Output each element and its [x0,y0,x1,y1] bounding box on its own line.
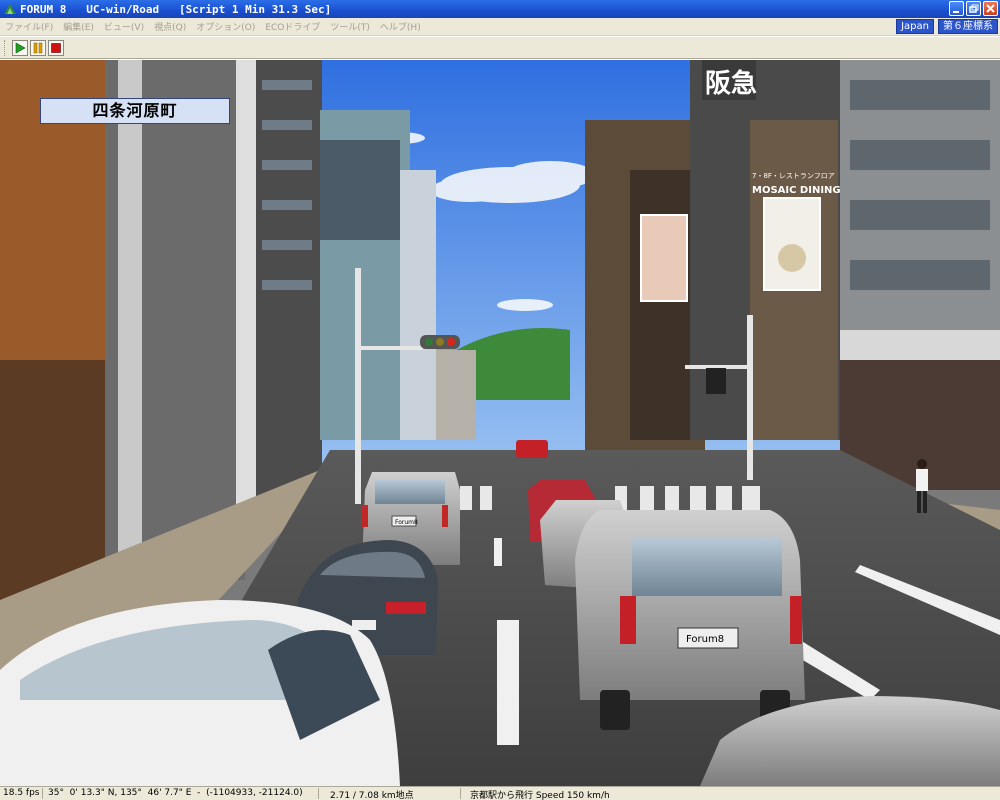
city-scene[interactable]: 阪急 7・8F・レストランフロア MOSAIC DINING Forum8 Fo… [0,60,1000,786]
status-separator [460,788,461,799]
license-plate-van: Forum8 [686,634,724,645]
menu-tools[interactable]: ツール(T) [325,20,375,33]
status-separator [42,788,43,799]
car-distant-red [516,440,548,458]
app-logo-icon [4,4,16,14]
signal-light-red [447,338,455,346]
title-bar: FORUM 8 UC-win/Road [Script 1 Min 31.3 S… [0,0,1000,18]
pedestrian-signal [706,368,726,394]
stop-button[interactable] [48,39,64,56]
menu-options[interactable]: オプション(O) [191,20,260,33]
dining-sign-small: 7・8F・レストランフロア [752,172,835,180]
minimize-icon [953,11,959,13]
signal-arm-left [361,346,423,350]
toolbar-grip[interactable] [4,39,7,56]
play-button[interactable] [12,39,28,56]
close-icon [986,4,995,13]
hankyu-sign: 阪急 [705,69,757,99]
menu-edit[interactable]: 編集(E) [58,20,99,33]
pause-icon [33,42,43,53]
minimize-button[interactable] [949,1,964,16]
status-separator [318,788,319,799]
coordinate-readout: 35° 0' 13.3" N, 135° 46' 7.7" E - (-1104… [48,788,303,798]
fps-readout: 18.5 fps [3,788,40,798]
signal-light-green [425,338,433,346]
3d-viewport[interactable]: 阪急 7・8F・レストランフロア MOSAIC DINING Forum8 Fo… [0,60,1000,786]
region-selector[interactable]: Japan [896,19,934,34]
toolbar [0,37,1000,59]
restore-button[interactable] [966,1,981,16]
menu-eco-drive[interactable]: ECOドライブ [260,20,325,33]
signal-pole-right [747,315,753,480]
distance-readout: 2.71 / 7.08 km地点 [330,791,414,800]
location-label: 四条河原町 [40,98,230,124]
play-icon [15,41,26,54]
pause-button[interactable] [30,39,46,56]
status-bar: 18.5 fps 35° 0' 13.3" N, 135° 46' 7.7" E… [0,786,1000,800]
signal-pole-left [355,268,361,504]
building-left-blue-glass [320,140,400,240]
billboard-food-plate [778,244,806,272]
menu-help[interactable]: ヘルプ(H) [375,20,426,33]
building-left-pillar-2 [236,60,256,530]
menu-view[interactable]: ビュー(V) [99,20,149,33]
restore-icon [969,4,979,13]
building-right-awning [840,330,1000,360]
building-left-white [400,170,436,440]
menu-viewpoint[interactable]: 視点(Q) [149,20,191,33]
van-right: Forum8 [575,510,805,730]
building-left-small [436,350,476,440]
signal-light-yellow [436,338,444,346]
coordinate-system-selector[interactable]: 第６座標系 [938,19,998,34]
close-button[interactable] [983,1,998,16]
license-plate-center: Forum8 [395,519,418,526]
stop-icon [51,42,61,53]
dining-sign: MOSAIC DINING [752,185,841,196]
billboard-woman [640,214,688,302]
window-title: FORUM 8 UC-win/Road [Script 1 Min 31.3 S… [20,2,332,16]
flight-mode-readout: 京都駅から飛行 Speed 150 km/h [470,791,610,800]
building-left-pillar [118,60,142,580]
menu-file[interactable]: ファイル(F) [0,20,58,33]
menu-bar: ファイル(F) 編集(E) ビュー(V) 視点(Q) オプション(O) ECOド… [0,18,1000,36]
